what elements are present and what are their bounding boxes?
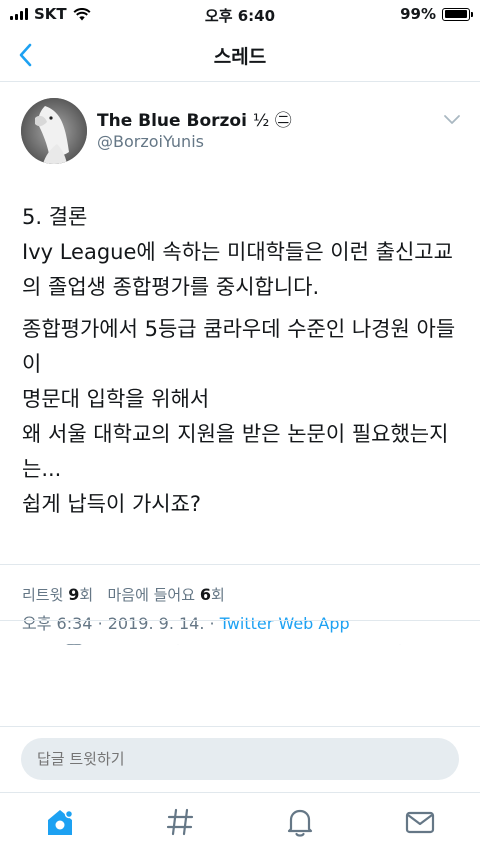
reply-input[interactable] — [21, 738, 459, 780]
chevron-down-icon[interactable] — [442, 112, 462, 126]
author-handle[interactable]: @BorzoiYunis — [97, 132, 204, 151]
reply-icon — [66, 643, 82, 645]
battery-percent: 99% — [400, 5, 436, 23]
name-emoji: ½ ㊁ — [252, 111, 292, 131]
retweet-label: 리트윗 — [22, 586, 64, 604]
home-icon[interactable] — [43, 805, 77, 839]
retweet-count: 9 — [68, 585, 80, 604]
status-right: 99% — [400, 5, 473, 23]
divider — [0, 564, 480, 565]
retweets-stat[interactable]: 리트윗 9회 — [22, 585, 98, 604]
tweet-paragraph-1: 5. 결론 Ivy League에 속하는 미대학들은 이런 출신고교의 졸업생… — [22, 200, 472, 305]
avatar[interactable] — [21, 98, 87, 164]
tweet-line: 왜 서울 대학교의 지원을 받은 논문이 필요했는지는... — [22, 422, 449, 481]
tab-bar — [0, 792, 480, 854]
meta-separator: · — [209, 614, 215, 633]
tweet-actions — [0, 637, 480, 645]
tweet-text: 5. 결론 Ivy League에 속하는 미대학들은 이런 출신고교의 졸업생… — [22, 200, 472, 529]
tweet-time: 오후 6:34 — [22, 614, 93, 633]
notifications-bell-icon[interactable] — [283, 805, 317, 839]
tweet-meta: 오후 6:34 · 2019. 9. 14. · Twitter Web App — [22, 610, 350, 634]
status-bar: SKT 오후 6:40 99% — [0, 0, 480, 28]
author-name[interactable]: The Blue Borzoi ½ ㊁ — [97, 106, 292, 131]
retweet-unit: 회 — [79, 586, 94, 604]
like-unit: 회 — [210, 586, 225, 604]
display-name: The Blue Borzoi — [97, 111, 247, 131]
tweet-paragraph-2: 종합평가에서 5등급 쿰라우데 수준인 나경원 아들이 명문대 입학을 위해서 … — [22, 312, 472, 522]
tweet-date: 2019. 9. 14. — [107, 614, 205, 633]
page-title: 스레드 — [213, 46, 267, 68]
explore-hashtag-icon[interactable] — [163, 805, 197, 839]
borzoi-avatar-image — [21, 98, 87, 164]
like-label: 마음에 들어요 — [107, 586, 196, 604]
battery-fill — [444, 10, 468, 18]
likes-stat[interactable]: 마음에 들어요 6회 — [107, 585, 225, 604]
tweet-line: 종합평가에서 5등급 쿰라우데 수준인 나경원 아들이 — [22, 317, 456, 376]
meta-separator: · — [97, 614, 103, 633]
tweet-source-link[interactable]: Twitter Web App — [220, 614, 350, 633]
reply-bar — [0, 726, 480, 792]
like-count: 6 — [199, 585, 211, 604]
tweet-line: 5. 결론 — [22, 205, 88, 229]
tweet-line: 명문대 입학을 위해서 — [22, 387, 210, 411]
messages-envelope-icon[interactable] — [403, 805, 437, 839]
battery-icon — [442, 7, 473, 21]
nav-bar: 스레드 — [0, 28, 480, 82]
tweet-line: 쉽게 납득이 가시죠? — [22, 492, 202, 516]
tweet-stats: 리트윗 9회 마음에 들어요 6회 — [22, 584, 225, 605]
tweet-line: Ivy League에 속하는 미대학들은 이런 출신고교의 졸업생 종합평가를… — [22, 240, 453, 299]
divider — [0, 620, 480, 621]
